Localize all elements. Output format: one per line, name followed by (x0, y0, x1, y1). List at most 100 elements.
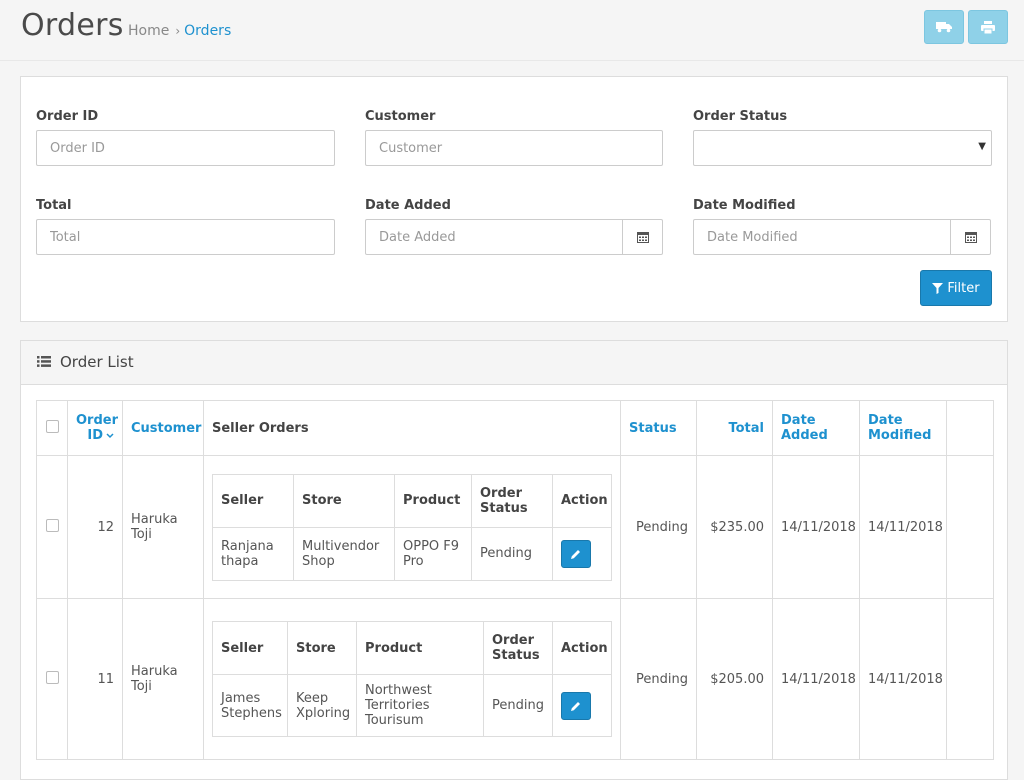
caret-down-icon (106, 433, 114, 439)
order-status-select[interactable]: ▼ (693, 130, 992, 166)
product-link[interactable]: Northwest Territories Tourisum (356, 674, 484, 737)
seller-cell: James Stephens (212, 674, 288, 737)
table-row: 12 Haruka Toji Seller Store Product Orde… (36, 455, 994, 599)
inner-row: Ranjana thapa Multivendor Shop OPPO F9 P… (212, 526, 612, 581)
action-cell (552, 674, 612, 737)
customer-input[interactable] (365, 130, 663, 166)
inner-col-action: Action (552, 621, 612, 675)
date-modified-cell: 14/11/2018 (859, 455, 947, 599)
inner-col-store: Store (293, 473, 395, 528)
inner-col-product: Product (394, 473, 472, 528)
date-added-calendar-button[interactable] (623, 219, 663, 255)
page-title: Orders (21, 8, 124, 43)
row-checkbox[interactable] (45, 518, 59, 532)
date-modified-label: Date Modified (693, 198, 796, 213)
select-all-cell (36, 400, 68, 456)
col-date-modified[interactable]: Date Modified (859, 400, 947, 456)
page-header: Orders Home › Orders (0, 0, 1024, 61)
calendar-icon (964, 232, 977, 243)
customer-cell: Haruka Toji (122, 598, 204, 760)
action-cell (552, 526, 612, 581)
filter-button[interactable]: Filter (920, 270, 992, 306)
seller-orders-table: Seller Store Product Order Status Action… (212, 473, 612, 581)
row-select-cell (36, 455, 68, 599)
order-id-cell: 12 (67, 455, 123, 599)
total-cell: $205.00 (696, 598, 773, 760)
seller-orders-cell: Seller Store Product Order Status Action… (203, 598, 621, 760)
table-row: 11 Haruka Toji Seller Store Product Orde… (36, 598, 994, 760)
col-status[interactable]: Status (620, 400, 697, 456)
store-cell: Keep Xploring (287, 674, 357, 737)
breadcrumb-home[interactable]: Home (128, 23, 169, 39)
date-added-cell: 14/11/2018 (772, 598, 860, 760)
inner-header-row: Seller Store Product Order Status Action (212, 473, 612, 528)
date-added-label: Date Added (365, 198, 451, 213)
store-cell: Multivendor Shop (293, 526, 395, 581)
order-list-panel: Order List Order ID Customer Seller Orde… (20, 340, 1008, 780)
table-header-row: Order ID Customer Seller Orders Status T… (36, 400, 994, 456)
breadcrumb-separator-icon: › (175, 24, 181, 38)
date-modified-cell: 14/11/2018 (859, 598, 947, 760)
col-date-added[interactable]: Date Added (772, 400, 860, 456)
order-list-heading: Order List (21, 341, 1007, 385)
caret-down-icon: ▼ (978, 141, 986, 152)
row-select-cell (36, 598, 68, 760)
total-input[interactable] (36, 219, 335, 255)
breadcrumb-orders[interactable]: Orders (184, 23, 231, 39)
inner-col-order-status: Order Status (483, 621, 553, 675)
total-cell: $235.00 (696, 455, 773, 599)
shipping-button[interactable] (924, 10, 964, 44)
orders-table: Order ID Customer Seller Orders Status T… (36, 400, 994, 760)
total-label: Total (36, 198, 72, 213)
col-action (946, 400, 994, 456)
filter-panel: Order ID Customer Order Status ▼ Total D… (20, 76, 1008, 322)
row-action-cell (946, 455, 994, 599)
edit-button[interactable] (561, 539, 591, 568)
col-order-id[interactable]: Order ID (67, 400, 123, 456)
date-added-input[interactable] (365, 219, 623, 255)
inner-col-seller: Seller (212, 621, 288, 675)
row-action-cell (946, 598, 994, 760)
filter-icon (932, 282, 944, 294)
order-status-label: Order Status (693, 109, 788, 124)
inner-col-store: Store (287, 621, 357, 675)
seller-orders-cell: Seller Store Product Order Status Action… (203, 455, 621, 599)
product-link[interactable]: OPPO F9 Pro (394, 526, 472, 581)
print-button[interactable] (968, 10, 1008, 44)
order-id-input[interactable] (36, 130, 335, 166)
col-seller-orders: Seller Orders (203, 400, 621, 456)
seller-orders-table: Seller Store Product Order Status Action… (212, 621, 612, 737)
order-id-label: Order ID (36, 109, 99, 124)
seller-status-cell: Pending (483, 674, 553, 737)
seller-cell: Ranjana thapa (212, 526, 294, 581)
select-all-checkbox[interactable] (45, 419, 59, 433)
status-cell: Pending (620, 598, 697, 760)
calendar-icon (636, 232, 649, 243)
pencil-icon (571, 701, 580, 711)
col-customer[interactable]: Customer (122, 400, 204, 456)
col-total[interactable]: Total (696, 400, 773, 456)
breadcrumb: Home › Orders (128, 23, 231, 39)
order-id-cell: 11 (67, 598, 123, 760)
inner-row: James Stephens Keep Xploring Northwest T… (212, 674, 612, 737)
print-icon (981, 20, 995, 34)
date-modified-calendar-button[interactable] (951, 219, 991, 255)
customer-cell: Haruka Toji (122, 455, 204, 599)
status-cell: Pending (620, 455, 697, 599)
truck-icon (936, 22, 952, 33)
pencil-icon (571, 549, 580, 559)
inner-col-order-status: Order Status (471, 473, 553, 528)
filter-button-label: Filter (947, 280, 980, 296)
edit-button[interactable] (561, 691, 591, 720)
order-list-title: Order List (60, 353, 134, 371)
date-added-cell: 14/11/2018 (772, 455, 860, 599)
inner-col-product: Product (356, 621, 484, 675)
inner-header-row: Seller Store Product Order Status Action (212, 621, 612, 675)
date-modified-input[interactable] (693, 219, 951, 255)
seller-status-cell: Pending (471, 526, 553, 581)
row-checkbox[interactable] (45, 670, 59, 684)
customer-label: Customer (365, 109, 436, 124)
list-icon (37, 356, 51, 367)
inner-col-seller: Seller (212, 473, 294, 528)
inner-col-action: Action (552, 473, 612, 528)
